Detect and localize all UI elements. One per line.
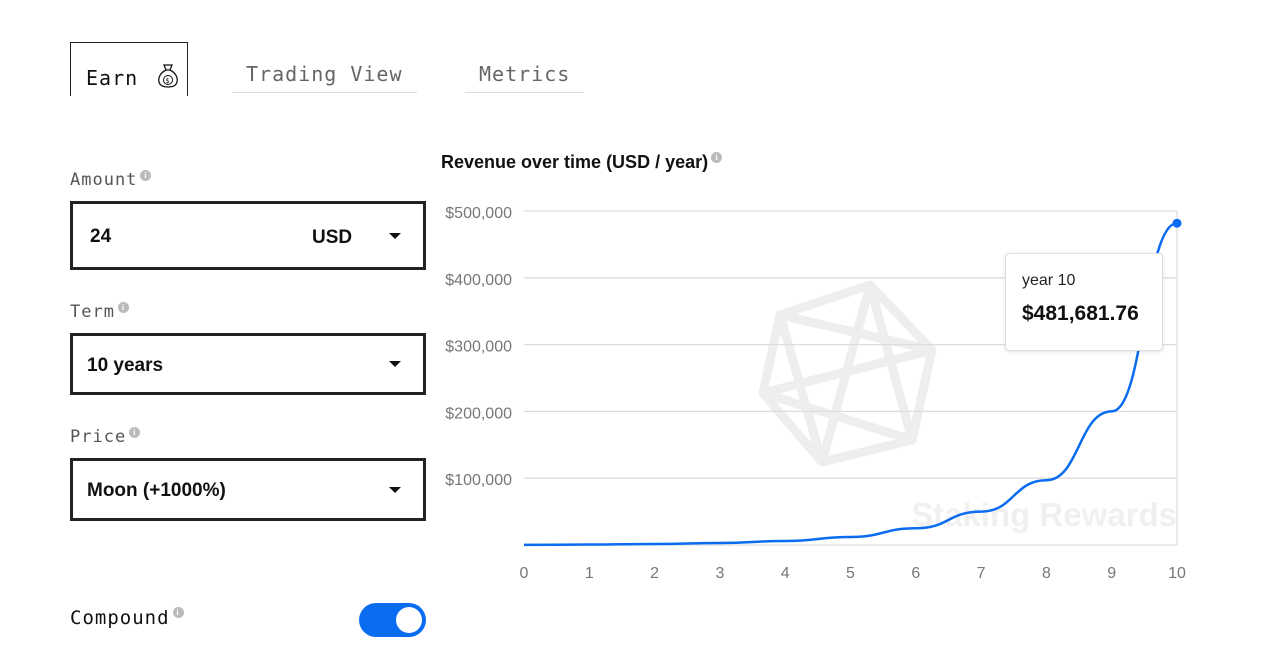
x-tick-label: 9 [1107,565,1116,582]
watermark-logo [758,280,937,467]
tooltip-value: $481,681.76 [1022,302,1139,325]
x-tick-label: 4 [781,565,790,582]
info-icon[interactable]: i [117,302,129,313]
x-tick-label: 7 [977,565,986,582]
tab-metrics[interactable]: Metrics [465,62,585,93]
currency-select[interactable]: USD [312,227,352,249]
term-value: 10 years [87,355,164,376]
compound-label: Compound i [70,607,184,629]
x-tick-label: 2 [650,565,659,582]
x-tick-label: 10 [1168,565,1186,582]
y-tick-label: $400,000 [445,272,512,289]
price-select[interactable]: Moon (+1000%) [70,458,426,521]
chart-tooltip: year 10 $481,681.76 [1005,253,1163,351]
y-tick-label: $300,000 [445,339,512,356]
y-tick-label: $200,000 [445,405,512,422]
y-tick-label: $500,000 [445,205,512,222]
x-tick-label: 3 [715,565,724,582]
tooltip-label: year 10 [1022,272,1076,289]
compound-toggle[interactable] [359,603,426,637]
money-bag-icon: $ [158,64,179,88]
tab-label: Earn [86,66,139,90]
toggle-knob [396,607,422,633]
x-tick-label: 8 [1042,565,1051,582]
tab-trading-view[interactable]: Trading View [232,62,417,93]
tab-earn[interactable]: Earn $ [70,42,188,96]
info-icon[interactable]: i [129,427,141,438]
x-tick-label: 6 [911,565,920,582]
amount-label: Amount i [70,170,152,190]
amount-input[interactable]: 24 [90,226,111,248]
info-icon[interactable]: i [711,152,723,163]
watermark-text: Staking Rewards [911,496,1177,533]
price-value: Moon (+1000%) [87,480,226,501]
info-icon[interactable]: i [172,607,184,618]
chevron-down-icon[interactable] [389,486,401,493]
chart-title: Revenue over time (USD / year) i [441,152,723,173]
y-tick-label: $100,000 [445,472,512,489]
info-icon[interactable]: i [140,170,152,181]
x-tick-label: 5 [846,565,855,582]
data-point [1172,218,1182,228]
term-select[interactable]: 10 years [70,333,426,395]
x-tick-label: 0 [520,565,529,582]
x-tick-label: 1 [585,565,594,582]
svg-text:$: $ [166,77,171,85]
term-label: Term i [70,302,129,322]
amount-field[interactable]: 24 USD [70,201,426,270]
chevron-down-icon[interactable] [389,361,401,367]
price-label: Price i [70,427,141,447]
chevron-down-icon[interactable] [389,232,401,239]
